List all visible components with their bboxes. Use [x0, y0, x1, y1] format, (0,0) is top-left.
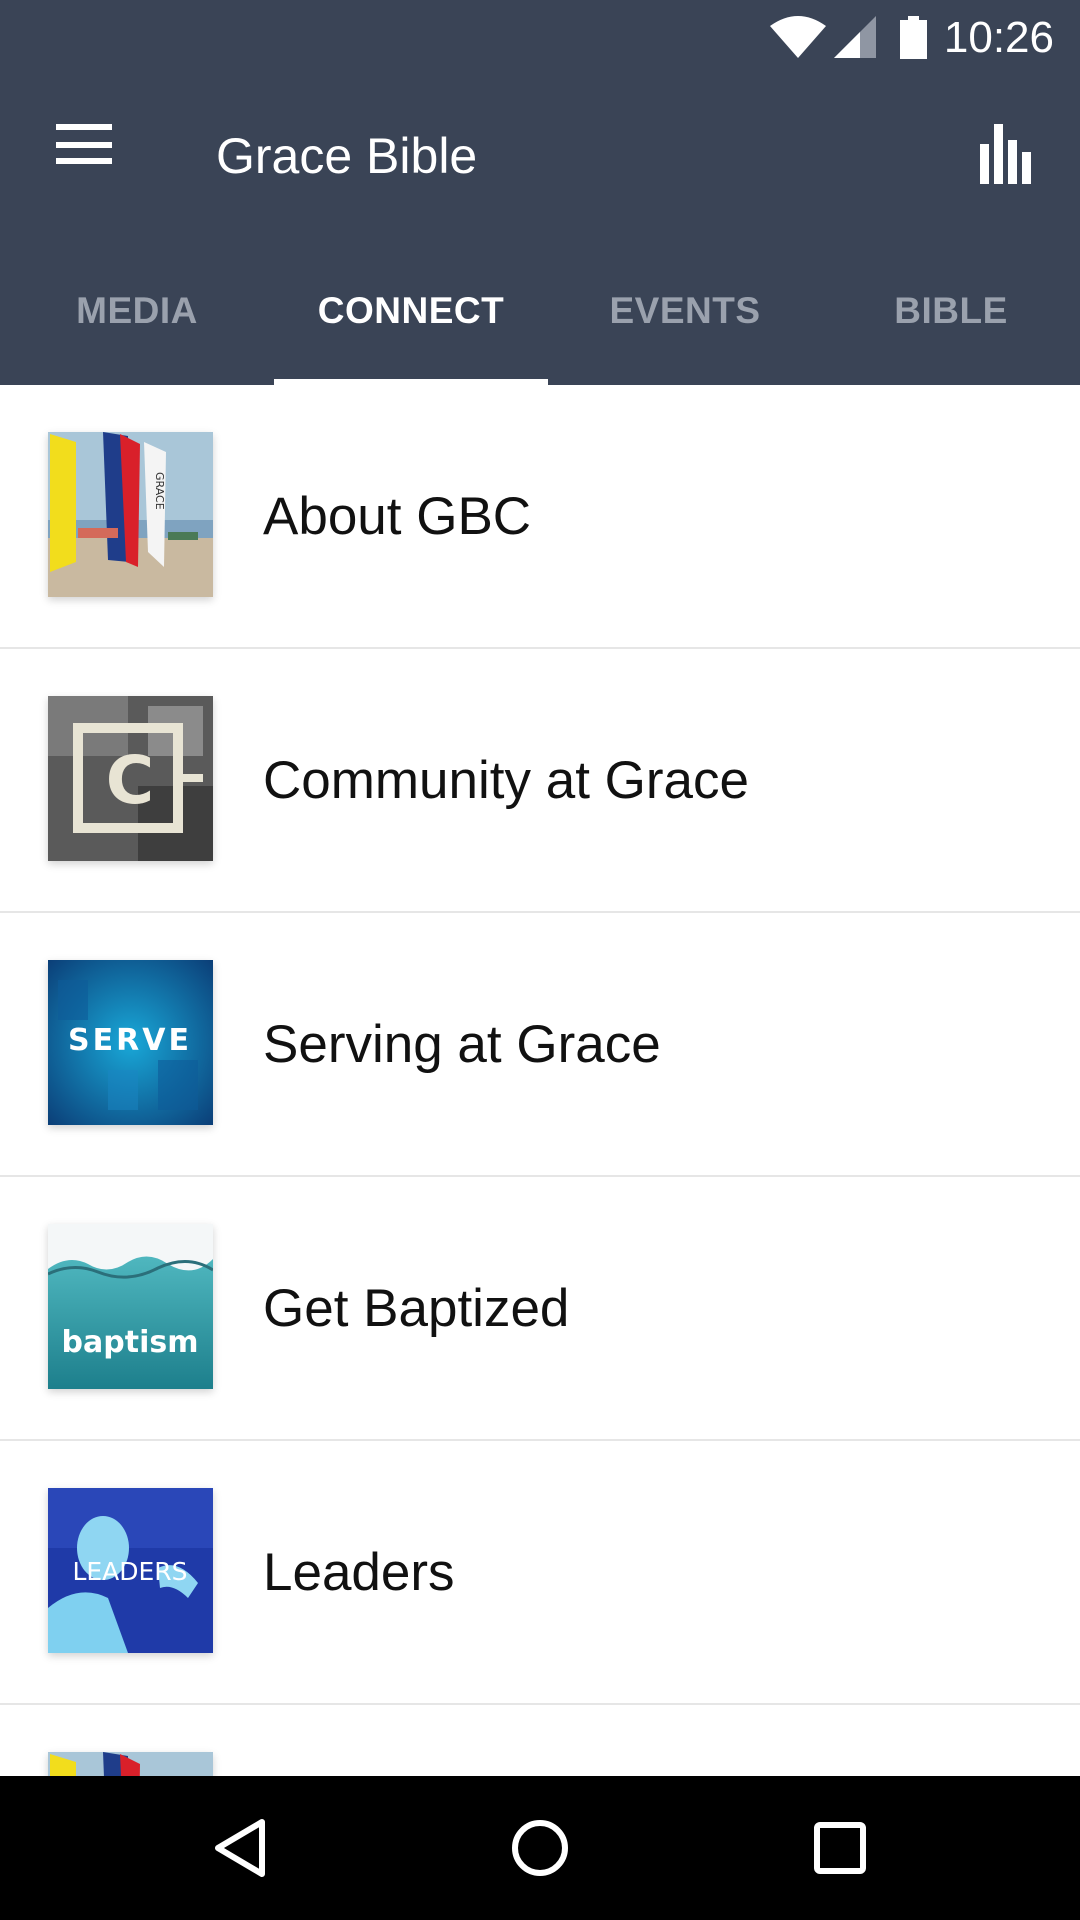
bar-chart-icon [980, 124, 1031, 184]
toolbar: Grace Bible [0, 90, 1080, 225]
list-item-label: Leaders [263, 1543, 455, 1602]
app-bar: 10:26 Grace Bible MEDIA CONNECT EVENTS B… [0, 0, 1080, 385]
list-item-partial[interactable] [0, 1705, 1080, 1776]
list-item-community[interactable]: C Community at Grace [0, 649, 1080, 913]
tab-connect[interactable]: CONNECT [274, 260, 548, 385]
tab-label: MEDIA [76, 290, 198, 331]
about-gbc-thumbnail: GRACE [48, 432, 213, 597]
status-bar: 10:26 [0, 0, 1080, 75]
list-item-about-gbc[interactable]: GRACE About GBC [0, 385, 1080, 649]
hamburger-menu-icon [56, 124, 112, 164]
tab-bible[interactable]: BIBLE [822, 260, 1080, 385]
home-icon [512, 1820, 568, 1876]
about-gbc-thumb-text: GRACE [153, 472, 166, 510]
community-thumb-text: C [106, 742, 154, 819]
tab-label: CONNECT [317, 290, 505, 331]
list-item-label: Get Baptized [263, 1279, 570, 1338]
list-item-baptized[interactable]: baptism Get Baptized [0, 1177, 1080, 1441]
cell-signal-icon [834, 16, 876, 58]
app-title: Grace Bible [216, 128, 478, 184]
list-item-label: Community at Grace [263, 751, 749, 810]
list-item-leaders[interactable]: LEADERS Leaders [0, 1441, 1080, 1705]
serving-thumbnail: SERVE [48, 960, 213, 1125]
tab-bar: MEDIA CONNECT EVENTS BIBLE [0, 260, 1080, 385]
list-item-label: About GBC [263, 487, 532, 546]
baptism-thumb-text: baptism [62, 1325, 199, 1360]
list-item-serving[interactable]: SERVE Serving at Grace [0, 913, 1080, 1177]
recent-apps-button[interactable] [800, 1808, 880, 1888]
list-item-label: Serving at Grace [263, 1015, 661, 1074]
status-time: 10:26 [943, 13, 1054, 62]
battery-icon [900, 16, 927, 59]
community-thumbnail: C [48, 696, 213, 861]
tab-media[interactable]: MEDIA [0, 260, 274, 385]
leaders-thumb-text: LEADERS [72, 1557, 187, 1586]
tab-events[interactable]: EVENTS [548, 260, 822, 385]
back-button[interactable] [200, 1808, 280, 1888]
serving-thumb-text: SERVE [68, 1023, 192, 1058]
stats-button[interactable] [966, 116, 1038, 196]
menu-button[interactable] [40, 118, 128, 198]
back-icon [215, 1819, 265, 1877]
wifi-icon [770, 16, 826, 58]
system-nav-bar [0, 1776, 1080, 1920]
connect-list: GRACE About GBC C Community at Grace SER… [0, 385, 1080, 1776]
tab-label: EVENTS [609, 290, 761, 331]
partial-thumbnail [48, 1752, 213, 1776]
recent-apps-icon [814, 1822, 866, 1874]
tab-label: BIBLE [894, 290, 1008, 331]
home-button[interactable] [500, 1808, 580, 1888]
leaders-thumbnail: LEADERS [48, 1488, 213, 1653]
baptism-thumbnail: baptism [48, 1224, 213, 1389]
